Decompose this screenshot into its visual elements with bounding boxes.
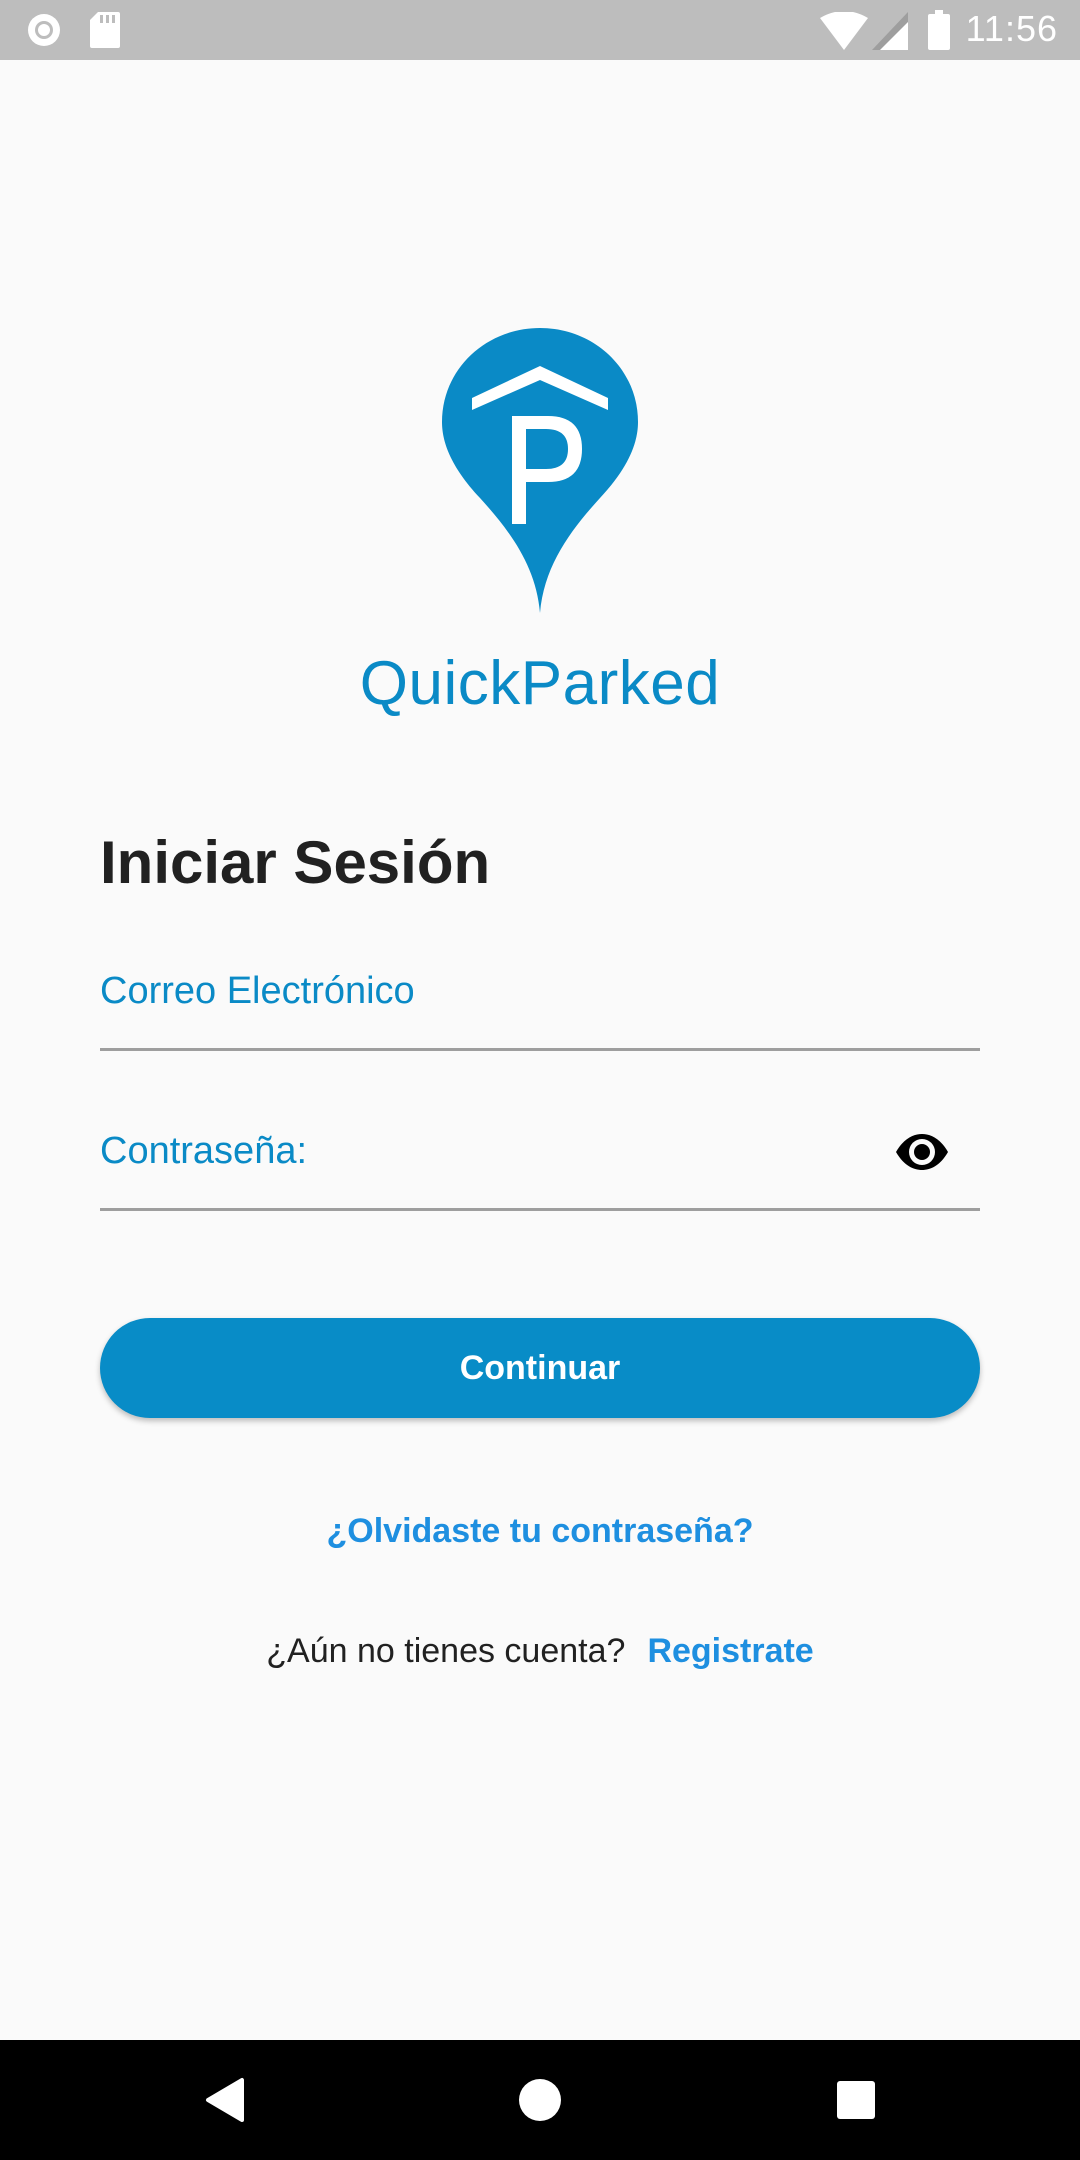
app-name: QuickParked — [359, 649, 721, 718]
password-field-label: Contraseña: — [100, 1130, 308, 1172]
register-row: ¿Aún no tienes cuenta? Registrate — [0, 1632, 1080, 1671]
wifi-icon — [820, 12, 868, 50]
record-icon — [28, 14, 60, 46]
email-field[interactable]: Correo Electrónico — [100, 958, 980, 1051]
recents-icon[interactable] — [826, 2070, 886, 2130]
register-link[interactable]: Registrate — [647, 1632, 813, 1670]
forgot-password-link[interactable]: ¿Olvidaste tu contraseña? — [0, 1512, 1080, 1551]
status-time: 11:56 — [965, 8, 1058, 49]
signal-icon — [872, 12, 908, 50]
home-icon[interactable] — [510, 2070, 570, 2130]
sd-card-icon — [90, 12, 120, 48]
eye-icon[interactable] — [894, 1132, 950, 1172]
back-icon[interactable] — [196, 2070, 256, 2130]
no-account-text: ¿Aún no tienes cuenta? — [266, 1632, 626, 1670]
status-bar: 11:56 — [0, 0, 1080, 60]
password-field[interactable]: Contraseña: — [100, 1118, 980, 1211]
email-field-label: Correo Electrónico — [100, 970, 415, 1012]
battery-icon — [928, 10, 950, 50]
navigation-bar — [0, 2040, 1080, 2160]
continue-button[interactable]: Continuar — [100, 1318, 980, 1418]
parking-pin-logo — [442, 328, 638, 613]
page-title: Iniciar Sesión — [100, 829, 491, 896]
